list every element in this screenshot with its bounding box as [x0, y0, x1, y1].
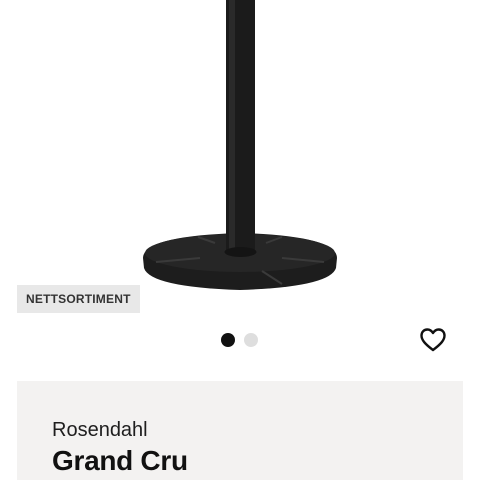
image-carousel-dots	[221, 333, 258, 347]
product-page: NETTSORTIMENT Rosendahl Grand Cru	[0, 0, 480, 480]
carousel-dot-2[interactable]	[244, 333, 258, 347]
heart-outline-icon	[420, 328, 446, 352]
carousel-dot-1[interactable]	[221, 333, 235, 347]
status-badge: NETTSORTIMENT	[17, 285, 140, 313]
product-image[interactable]	[0, 0, 480, 300]
wishlist-button[interactable]	[419, 326, 447, 354]
product-brand[interactable]: Rosendahl	[52, 419, 148, 442]
product-title: Grand Cru	[52, 445, 188, 476]
kitchen-roll-holder-image	[143, 0, 337, 290]
product-info-card: Rosendahl Grand Cru	[17, 381, 463, 480]
